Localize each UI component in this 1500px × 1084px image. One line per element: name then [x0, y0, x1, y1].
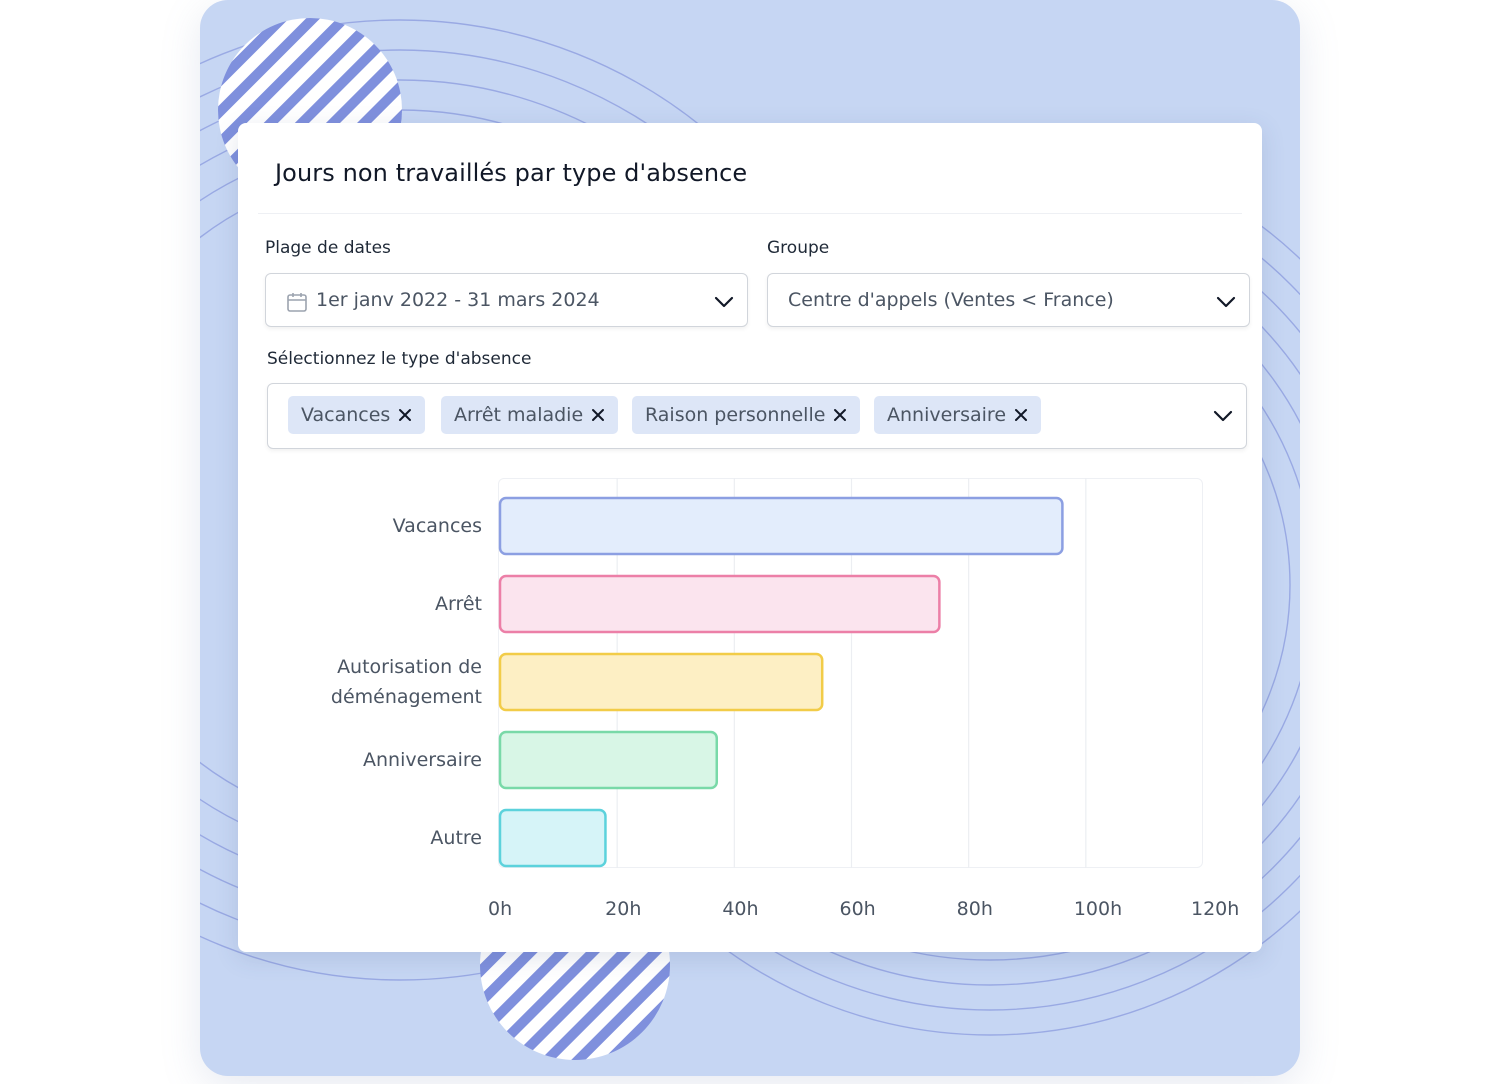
date-range-value: 1er janv 2022 - 31 mars 2024 — [316, 289, 600, 311]
chip-raison-personnelle[interactable]: Raison personnelle — [632, 396, 861, 434]
absence-report-card: Jours non travaillés par type d'absence … — [238, 123, 1262, 952]
chip-label: Vacances — [301, 404, 391, 426]
chip-label: Arrêt maladie — [454, 404, 584, 426]
y-category-label: Autorisation de déménagement — [330, 656, 482, 708]
chip-label: Raison personnelle — [645, 404, 826, 426]
close-icon[interactable] — [398, 408, 412, 422]
group-value: Centre d'appels (Ventes < France) — [788, 289, 1114, 311]
group-label: Groupe — [767, 238, 830, 258]
x-tick-label: 20h — [605, 898, 642, 920]
y-category-label: Anniversaire — [362, 749, 482, 771]
group-select[interactable]: Centre d'appels (Ventes < France) — [767, 273, 1250, 327]
x-tick-label: 0h — [488, 898, 513, 920]
close-icon[interactable] — [1014, 408, 1028, 422]
date-range-select[interactable]: 1er janv 2022 - 31 mars 2024 — [265, 273, 748, 327]
close-icon[interactable] — [591, 408, 605, 422]
absence-type-label: Sélectionnez le type d'absence — [267, 349, 532, 369]
date-range-label: Plage de dates — [265, 238, 391, 258]
chip-vacances[interactable]: Vacances — [288, 396, 426, 434]
chevron-down-icon[interactable] — [1212, 405, 1234, 427]
chart-plot-area — [498, 478, 1203, 868]
x-tick-label: 60h — [839, 898, 876, 920]
x-tick-label: 40h — [722, 898, 759, 920]
card-title: Jours non travaillés par type d'absence — [275, 159, 748, 187]
x-tick-label: 80h — [956, 898, 993, 920]
y-category-label: Vacances — [392, 515, 482, 537]
chevron-down-icon[interactable] — [1215, 291, 1237, 313]
chip-anniversaire[interactable]: Anniversaire — [874, 396, 1042, 434]
y-category-label: Arrêt — [434, 593, 482, 615]
absence-type-multiselect[interactable]: Vacances Arrêt maladie Raison personnell… — [267, 383, 1247, 449]
x-tick-label: 100h — [1073, 898, 1123, 920]
title-divider — [258, 213, 1242, 214]
chevron-down-icon[interactable] — [713, 291, 735, 313]
y-category-label: Autre — [430, 827, 482, 849]
calendar-icon — [287, 293, 307, 312]
chip-arret-maladie[interactable]: Arrêt maladie — [441, 396, 619, 434]
x-tick-label: 120h — [1191, 898, 1240, 920]
close-icon[interactable] — [833, 408, 847, 422]
chip-label: Anniversaire — [887, 404, 1007, 426]
